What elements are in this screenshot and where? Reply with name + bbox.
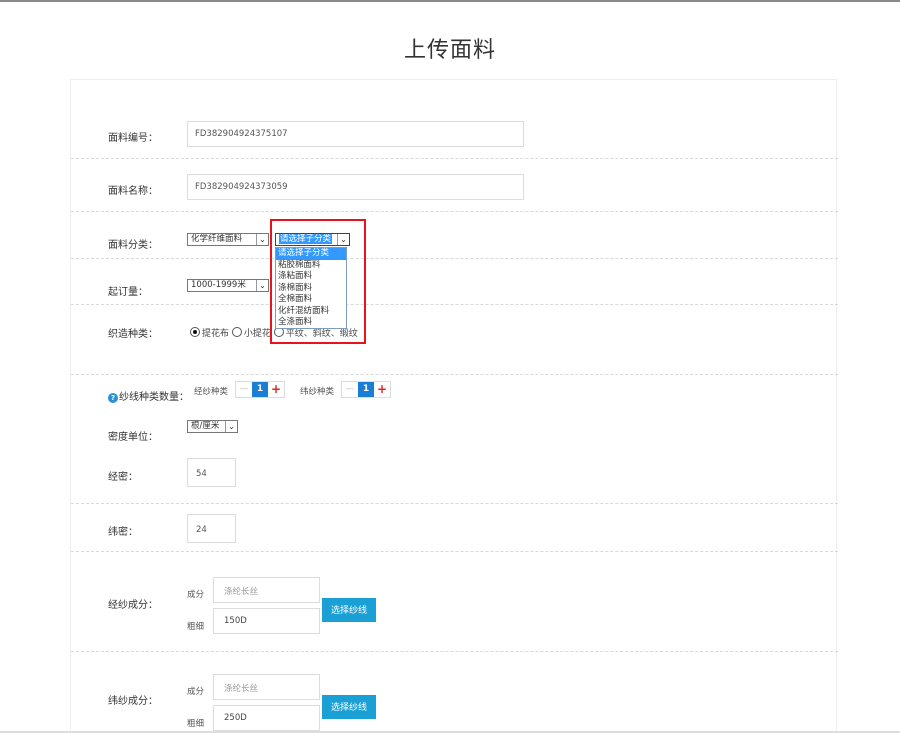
warp-count-stepper[interactable]: — 1 +	[235, 381, 285, 398]
minus-icon[interactable]: —	[236, 382, 252, 397]
radio-checked-icon	[190, 327, 200, 337]
highlight-box	[270, 219, 366, 344]
category-label: 面料分类：	[108, 240, 158, 251]
row-weft-composition: 纬纱成分： 成分 涤纶长丝 粗细 250D 选择纱线	[71, 652, 838, 733]
chevron-down-icon: ⌄	[256, 280, 268, 291]
chevron-down-icon: ⌄	[256, 234, 268, 245]
row-weft-density: 纬密： 24	[71, 504, 838, 552]
row-moq: 起订量： 1000-1999米 ⌄	[71, 259, 838, 305]
plus-icon[interactable]: +	[268, 382, 284, 397]
warp-density-label: 经密：	[108, 472, 138, 483]
moq-value: 1000-1999米	[191, 280, 246, 290]
weft-count-stepper[interactable]: — 1 +	[341, 381, 391, 398]
weft-comp-label: 成分	[187, 687, 205, 697]
warp-count-value: 1	[252, 382, 268, 397]
weft-comp-input[interactable]: 涤纶长丝	[213, 674, 320, 700]
weft-count-label: 纬纱种类	[300, 387, 335, 397]
minus-icon[interactable]: —	[342, 382, 358, 397]
row-category: 面料分类： 化学纤维面料 ⌄ 请选择子分类 ⌄	[71, 212, 838, 259]
upload-form: 面料编号： FD382904924375107 面料名称： FD38290492…	[70, 79, 838, 733]
warp-thick-input[interactable]: 150D	[213, 608, 320, 634]
warp-select-yarn-button[interactable]: 选择纱线	[322, 598, 376, 622]
warp-density-input[interactable]: 54	[187, 458, 236, 487]
weft-composition-label: 纬纱成分：	[108, 696, 158, 707]
moq-select[interactable]: 1000-1999米 ⌄	[187, 279, 269, 292]
row-fabric-name: 面料名称： FD382904924373059	[71, 159, 838, 212]
weft-select-yarn-button[interactable]: 选择纱线	[322, 695, 376, 719]
fabric-name-label: 面料名称：	[108, 186, 158, 197]
chevron-down-icon: ⌄	[225, 421, 237, 432]
category-main-select[interactable]: 化学纤维面料 ⌄	[187, 233, 269, 246]
yarn-count-label: ? 纱线种类数量：	[108, 388, 189, 403]
warp-composition-label: 经纱成分：	[108, 600, 158, 611]
fabric-name-input[interactable]: FD382904924373059	[187, 174, 524, 200]
warp-comp-input[interactable]: 涤纶长丝	[213, 577, 320, 603]
density-unit-value: 根/厘米	[191, 421, 220, 431]
moq-label: 起订量：	[108, 287, 148, 298]
weft-count-value: 1	[358, 382, 374, 397]
weave-label: 织造种类：	[108, 329, 158, 340]
warp-comp-label: 成分	[187, 590, 205, 600]
weave-option-jacquard[interactable]: 提花布	[190, 327, 229, 339]
weft-thick-label: 粗细	[187, 719, 205, 729]
density-unit-select[interactable]: 根/厘米 ⌄	[187, 420, 238, 433]
help-icon[interactable]: ?	[108, 393, 118, 403]
row-yarn-count: ? 纱线种类数量： 经纱种类 — 1 + 纬纱种类 — 1 +	[71, 375, 838, 415]
row-weave: 织造种类： 提花布 小提花 平纹、斜纹、缎纹	[71, 305, 838, 375]
top-border	[0, 0, 900, 2]
row-warp-density: 经密： 54	[71, 445, 838, 504]
warp-count-label: 经纱种类	[194, 387, 229, 397]
radio-icon	[231, 327, 242, 337]
warp-thick-label: 粗细	[187, 622, 205, 632]
fabric-no-label: 面料编号：	[108, 133, 158, 144]
density-unit-label: 密度单位：	[108, 432, 158, 443]
row-density-unit: 密度单位： 根/厘米 ⌄	[71, 415, 838, 445]
page-title: 上传面料	[403, 38, 496, 63]
row-warp-composition: 经纱成分： 成分 涤纶长丝 粗细 150D 选择纱线	[71, 552, 838, 652]
weft-density-input[interactable]: 24	[187, 514, 236, 543]
plus-icon[interactable]: +	[374, 382, 390, 397]
row-fabric-no: 面料编号： FD382904924375107	[71, 80, 838, 159]
weft-density-label: 纬密：	[108, 527, 138, 538]
fabric-no-input[interactable]: FD382904924375107	[187, 121, 524, 147]
weft-thick-input[interactable]: 250D	[213, 705, 320, 731]
category-main-value: 化学纤维面料	[191, 234, 243, 244]
weave-option-small-jacquard[interactable]: 小提花	[231, 327, 271, 339]
